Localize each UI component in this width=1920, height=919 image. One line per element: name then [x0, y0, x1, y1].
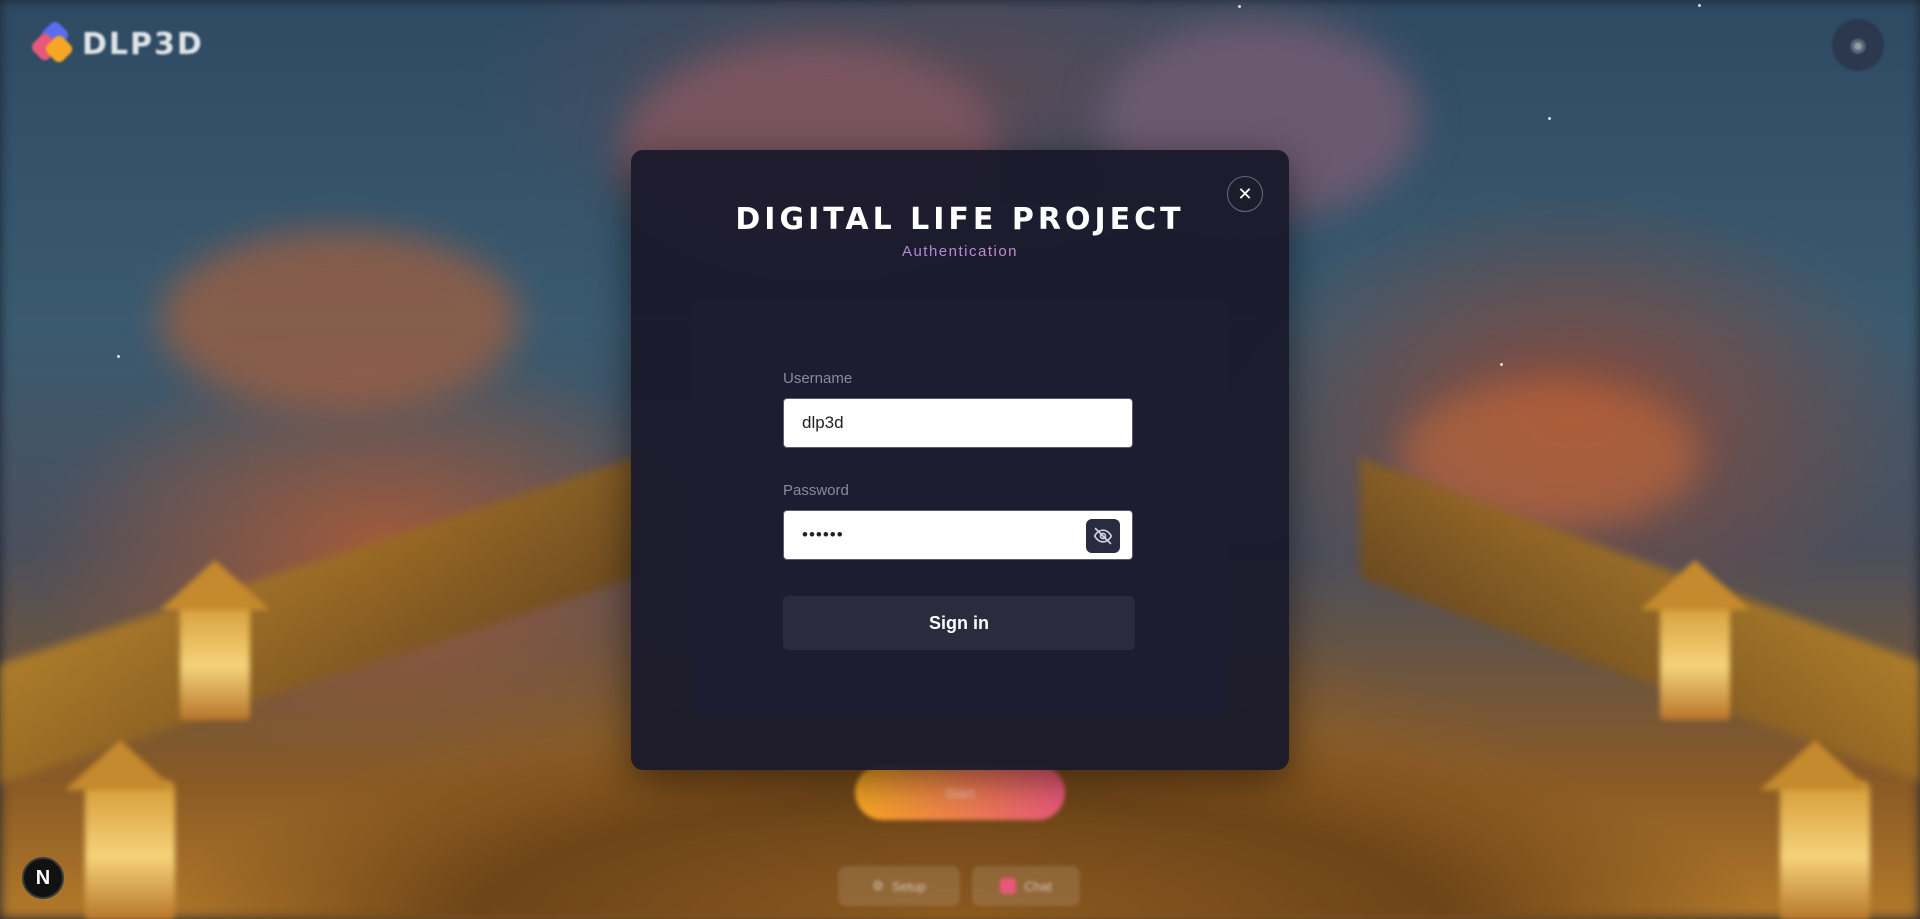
lantern-right-1 [1660, 600, 1730, 720]
auth-modal: ✕ DIGITAL LIFE PROJECT Authentication Us… [631, 150, 1289, 770]
n-letter-icon: N [35, 866, 51, 889]
password-input[interactable]: •••••• [783, 510, 1133, 560]
eye-off-icon [1093, 527, 1113, 545]
username-input[interactable]: dlp3d [783, 398, 1133, 448]
star [1548, 117, 1551, 120]
chat-button-label: Chat [1024, 878, 1052, 894]
login-form: Username dlp3d Password •••••• Sign in [693, 300, 1227, 716]
logo-text: DLP3D [82, 26, 204, 62]
star [1238, 5, 1241, 8]
star [1500, 363, 1503, 366]
logo-mark-icon [29, 19, 75, 66]
user-avatar-button[interactable]: ◉ [1832, 19, 1884, 71]
lantern-left-2 [85, 780, 175, 919]
password-value: •••••• [802, 525, 844, 544]
password-label: Password [783, 482, 849, 499]
user-icon: ◉ [1850, 34, 1866, 55]
setup-icon: ⚙ [872, 878, 884, 893]
app-logo[interactable]: DLP3D [29, 19, 204, 66]
next-dev-badge[interactable]: N [22, 857, 64, 899]
modal-subtitle: Authentication [631, 243, 1289, 260]
sign-in-label: Sign in [929, 612, 989, 633]
chat-icon [1000, 878, 1017, 894]
chat-button[interactable]: Chat [972, 866, 1080, 906]
start-button[interactable]: Start [855, 765, 1065, 820]
background-building-glow [160, 230, 520, 410]
setup-button-label: Setup [891, 878, 926, 894]
start-button-label: Start [945, 784, 975, 801]
star [1698, 4, 1701, 7]
username-value: dlp3d [802, 413, 844, 432]
toggle-password-visibility-button[interactable] [1086, 519, 1120, 553]
star [117, 355, 120, 358]
sign-in-button[interactable]: Sign in [783, 596, 1135, 650]
modal-title: DIGITAL LIFE PROJECT [735, 202, 1185, 237]
username-label: Username [783, 370, 853, 387]
lantern-right-2 [1780, 780, 1870, 919]
setup-button[interactable]: ⚙ Setup [838, 866, 960, 906]
lantern-left-1 [180, 600, 250, 720]
